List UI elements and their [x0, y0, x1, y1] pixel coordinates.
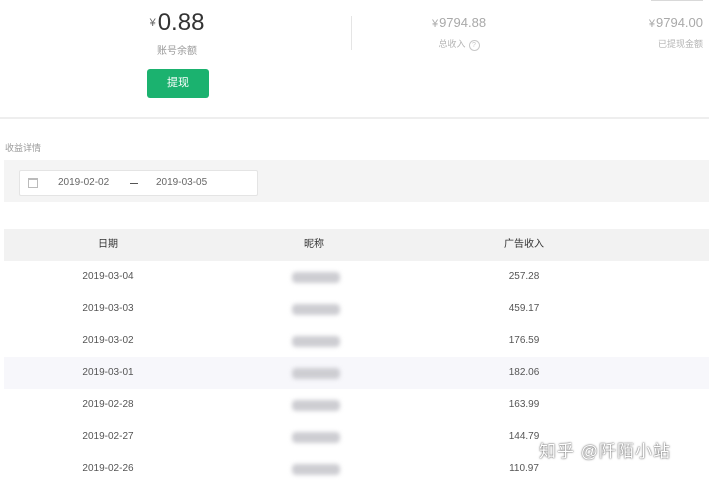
blurred-nickname: [292, 432, 340, 443]
withdrawn-currency: ¥: [648, 18, 655, 30]
row-ad-income: 257.28: [508, 271, 540, 282]
row-date: 2019-03-01: [82, 367, 134, 378]
row-ad-income: 182.06: [508, 367, 540, 378]
row-ad-income: 459.17: [508, 303, 540, 314]
column-header-nickname[interactable]: 昵称: [264, 229, 364, 261]
balance-label: 账号余额: [157, 46, 197, 57]
blurred-nickname: [292, 464, 340, 475]
table-row: 2019-03-02 176.59: [4, 325, 709, 357]
withdrawn-amount: ¥9794.00 已提现金额: [649, 14, 703, 50]
account-balance: ¥0.88 账号余额: [140, 6, 220, 57]
withdraw-button[interactable]: 提现: [147, 69, 209, 98]
total-income-label: 总收入: [438, 39, 466, 49]
balance-value: 0.88: [157, 9, 205, 36]
total-income-currency: ¥: [431, 18, 439, 30]
blurred-nickname: [292, 304, 340, 315]
blurred-nickname: [292, 272, 340, 283]
column-header-date[interactable]: 日期: [60, 229, 156, 261]
date-range-separator: [130, 183, 138, 184]
table-row: 2019-03-01 182.06: [4, 357, 709, 389]
total-income-label-row: 总收入?: [420, 37, 498, 51]
row-date: 2019-03-02: [82, 335, 134, 346]
row-ad-income: 163.99: [508, 399, 540, 410]
row-date: 2019-02-28: [82, 399, 134, 410]
section-title: 收益详情: [5, 143, 42, 153]
calendar-icon: [28, 178, 38, 188]
date-range-end[interactable]: 2019-03-05: [156, 177, 207, 188]
row-date: 2019-02-27: [82, 431, 134, 442]
date-range-picker[interactable]: 2019-02-02 2019-03-05: [19, 170, 258, 196]
total-income-value: 9794.88: [439, 15, 487, 30]
section-divider: [0, 117, 709, 119]
top-divider: [651, 0, 703, 1]
date-range-start[interactable]: 2019-02-02: [58, 177, 109, 188]
help-icon[interactable]: ?: [468, 40, 480, 51]
withdrawn-label: 已提现金额: [657, 39, 703, 49]
table-row: 2019-03-04 257.28: [4, 261, 709, 293]
vertical-divider: [351, 16, 352, 50]
row-ad-income: 176.59: [508, 335, 540, 346]
table-row: 2019-02-28 163.99: [4, 389, 709, 421]
watermark: 知乎 @阡陌小站: [539, 442, 671, 461]
row-date: 2019-03-03: [82, 303, 134, 314]
blurred-nickname: [292, 400, 340, 411]
earnings-summary: ¥0.88 账号余额 提现 ¥9794.88 总收入? ¥9794.00 已提现…: [0, 0, 709, 118]
blurred-nickname: [292, 368, 340, 379]
total-income-amount: ¥9794.88: [420, 14, 498, 33]
row-date: 2019-03-04: [82, 271, 134, 282]
table-row: 2019-03-03 459.17: [4, 293, 709, 325]
row-date: 2019-02-26: [82, 463, 134, 474]
filter-bar: 2019-02-02 2019-03-05: [4, 160, 709, 202]
table-header: 日期 昵称 广告收入: [4, 229, 709, 261]
total-income: ¥9794.88 总收入?: [420, 14, 498, 51]
blurred-nickname: [292, 336, 340, 347]
withdrawn-amount-value-row: ¥9794.00: [649, 14, 703, 33]
withdrawn-value: 9794.00: [656, 15, 703, 30]
column-header-ad-income[interactable]: 广告收入: [474, 229, 574, 261]
balance-amount: ¥0.88: [134, 6, 220, 40]
balance-currency: ¥: [149, 17, 156, 29]
